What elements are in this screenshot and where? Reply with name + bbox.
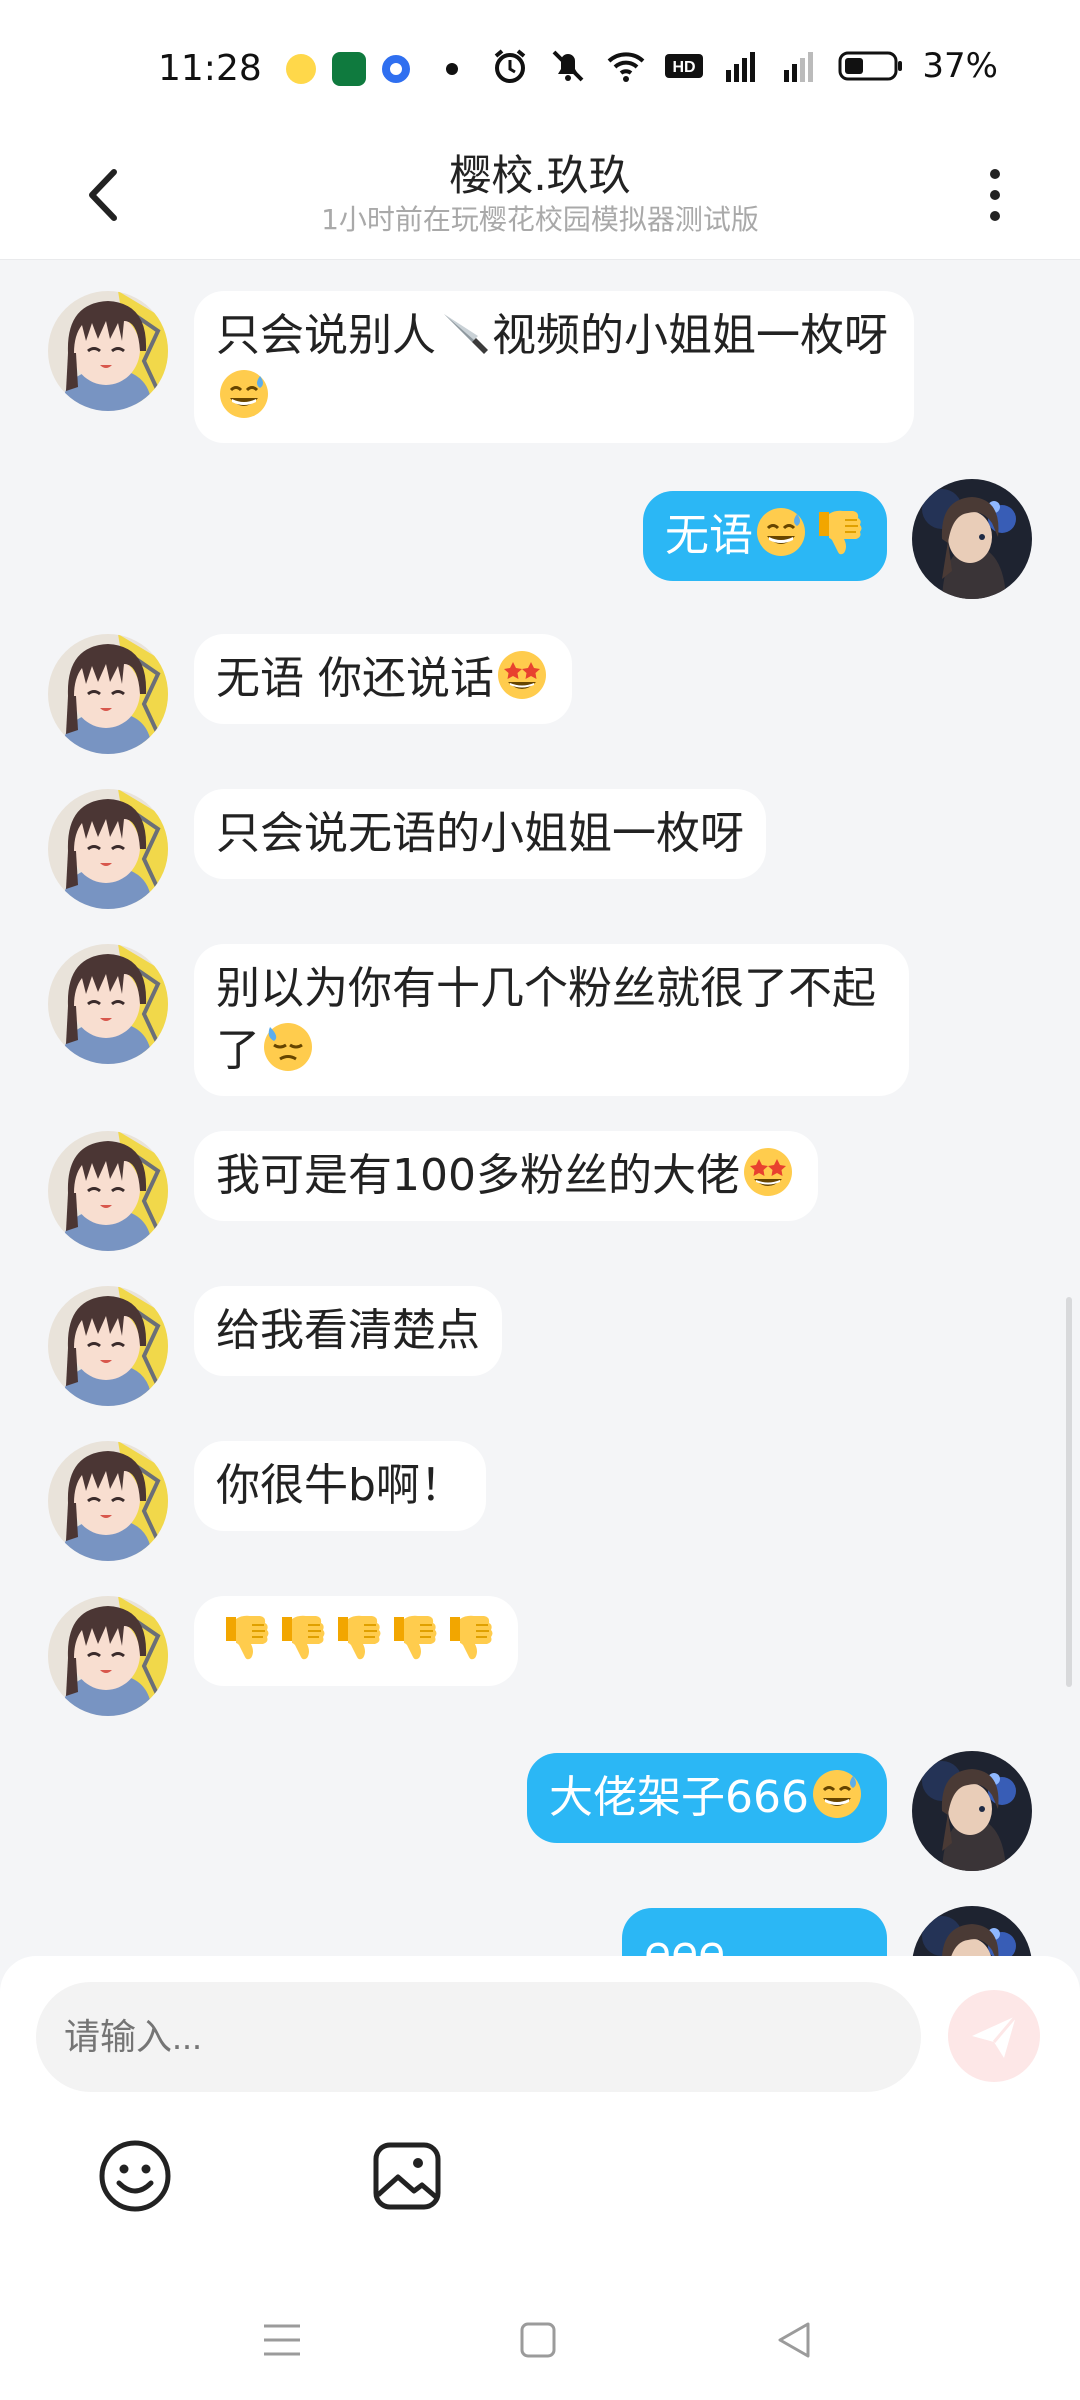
contact-avatar[interactable] [48,789,168,909]
scrollbar[interactable] [1066,1297,1072,1687]
contact-avatar[interactable] [48,1131,168,1251]
contact-avatar[interactable] [48,1286,168,1406]
chat-subtitle: 1小时前在玩樱花校园模拟器测试版 [321,203,759,236]
system-status-icons: HD 37% [490,46,998,86]
message-bubble[interactable]: 别以为你有十几个粉丝就很了不起了 [194,944,909,1096]
notification-icons [286,52,458,86]
contact-avatar[interactable] [48,634,168,754]
message-bubble[interactable]: 无语 [643,491,887,581]
chat-title: 樱校.玖玖 [449,151,631,200]
message-text: 给我看清楚点 [216,1305,480,1356]
message-text: eee [644,1927,726,1956]
battery-icon [838,51,903,81]
my-avatar[interactable] [912,1906,1032,1956]
signal-5g-icon [726,52,756,82]
my-avatar[interactable] [912,479,1032,599]
message-text: 视频的小姐姐一枚呀 [492,310,888,361]
contact-avatar[interactable] [48,1441,168,1561]
home-nav-button[interactable] [514,2316,562,2364]
message-text: 无语 [665,510,753,561]
message-text: 大佬架子666 [549,1772,809,1823]
app-notification-icon [286,54,316,84]
signal-4g-icon [784,52,814,82]
thumbs-down-icon [811,506,863,558]
message-bubble[interactable]: 你很牛b啊！ [194,1441,486,1531]
message-text: 你很牛b啊！ [216,1460,464,1511]
sweat-smile-icon [811,1768,863,1820]
message-bubble[interactable]: 无语 你还说话 [194,634,572,724]
downcast-sweat-icon [262,1021,314,1073]
back-nav-button[interactable] [770,2316,818,2364]
star-struck-icon [496,649,548,701]
send-icon [972,2015,1018,2058]
message-bubble[interactable]: 只会说别人 视频的小姐姐一枚呀 [194,291,914,443]
message-text: 无语 你还说话 [216,653,494,704]
star-struck-icon [742,1146,794,1198]
thumbs-down-icon [330,1611,382,1663]
oppo-app-icon [332,52,366,86]
message-bubble[interactable]: 只会说无语的小姐姐一枚呀 [194,789,766,879]
emoji-button[interactable] [98,2139,172,2213]
message-bubble[interactable] [194,1596,518,1686]
contact-avatar[interactable] [48,1596,168,1716]
wifi-icon [608,52,645,82]
status-bar: 11:28 HD 37% [0,0,1080,130]
svg-text:HD: HD [673,59,696,76]
more-options-button[interactable] [980,160,1010,230]
browser-app-icon [382,55,410,83]
chat-header: 樱校.玖玖 1小时前在玩樱花校园模拟器测试版 [0,130,1080,260]
message-bubble[interactable]: 大佬架子666 [527,1753,887,1843]
sweat-smile-icon [218,368,270,420]
battery-percentage: 37% [922,46,998,86]
contact-avatar[interactable] [48,291,168,411]
message-list[interactable]: 只会说别人 视频的小姐姐一枚呀 无语 无语 你还说话 只会说无语的小姐姐一枚呀 别… [0,261,1080,1956]
contact-avatar[interactable] [48,944,168,1064]
message-bubble[interactable]: 给我看清楚点 [194,1286,502,1376]
alarm-icon [495,49,526,83]
send-button[interactable] [948,1990,1040,2082]
thumbs-down-icon [442,1611,494,1663]
knife-icon [438,306,490,358]
message-input[interactable] [36,1982,921,2092]
status-time: 11:28 [158,48,262,89]
thumbs-down-icon [274,1611,326,1663]
message-text: 我可是有100多粉丝的大佬 [216,1150,740,1201]
my-avatar[interactable] [912,1751,1032,1871]
system-navigation-bar [0,2270,1080,2400]
message-text: 只会说无语的小姐姐一枚呀 [216,808,744,859]
thumbs-down-icon [386,1611,438,1663]
message-bubble[interactable]: 我可是有100多粉丝的大佬 [194,1131,818,1221]
message-text: 别以为你有十几个粉丝就很了不起了 [216,963,876,1076]
thumbs-down-icon [218,1611,270,1663]
hd-icon: HD [665,54,704,78]
menu-nav-button[interactable] [258,2316,306,2364]
image-button[interactable] [370,2139,444,2213]
message-bubble[interactable]: eee [622,1908,887,1956]
sweat-smile-icon [755,506,807,558]
mute-bell-icon [553,50,584,82]
notification-dot-icon [446,63,458,75]
message-text: 只会说别人 [216,310,436,361]
